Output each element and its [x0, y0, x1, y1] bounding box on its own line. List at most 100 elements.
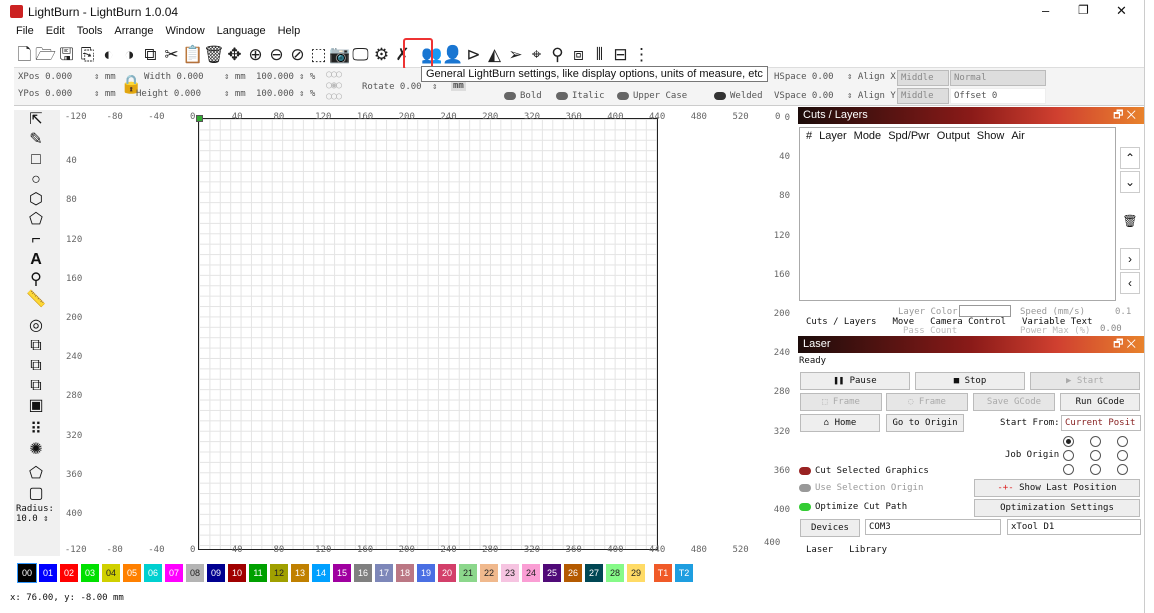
color-swatch[interactable]: 17: [375, 564, 393, 582]
color-swatch[interactable]: 28: [606, 564, 624, 582]
vspace-field[interactable]: VSpace 0.00: [774, 91, 834, 101]
speed-value[interactable]: 0.1: [1115, 307, 1131, 317]
align-y-select[interactable]: Middle: [897, 88, 949, 104]
job-origin-radio[interactable]: [1090, 464, 1101, 475]
rotate-field[interactable]: Rotate 0.00: [362, 82, 422, 92]
send-icon[interactable]: ➢: [505, 44, 526, 66]
edit-nodes-icon[interactable]: ⬠: [14, 210, 58, 230]
optimize-cut-path-toggle[interactable]: Optimize Cut Path: [815, 502, 907, 512]
color-swatch[interactable]: 13: [291, 564, 309, 582]
boolean-subtract-icon[interactable]: ⧉: [14, 356, 58, 376]
job-origin-radio[interactable]: [1063, 450, 1074, 461]
circle-frame-button[interactable]: ◌ Frame: [886, 393, 968, 411]
tab-camera-control[interactable]: Camera Control: [922, 315, 1014, 329]
user-icon[interactable]: 👤: [442, 44, 463, 66]
color-swatch[interactable]: 03: [81, 564, 99, 582]
scale-width-field[interactable]: 100.000: [256, 72, 294, 82]
color-swatch[interactable]: 25: [543, 564, 561, 582]
port-select[interactable]: COM3: [865, 519, 1001, 535]
cut-selected-toggle[interactable]: Cut Selected Graphics: [815, 466, 929, 476]
align-icon[interactable]: ⊳: [463, 44, 484, 66]
cuts-column-header[interactable]: Output: [937, 130, 970, 142]
color-swatch[interactable]: 00: [17, 563, 37, 583]
start-button[interactable]: ▶ Start: [1030, 372, 1140, 390]
color-swatch[interactable]: 10: [228, 564, 246, 582]
color-swatch[interactable]: 05: [123, 564, 141, 582]
open-file-icon[interactable]: 🗁: [35, 44, 56, 66]
break-icon[interactable]: ⫴: [589, 44, 610, 66]
job-origin-radio[interactable]: [1063, 464, 1074, 475]
width-field[interactable]: Width 0.000: [144, 72, 204, 82]
move-icon[interactable]: ✥: [224, 44, 245, 66]
use-selection-origin-toggle[interactable]: Use Selection Origin: [815, 483, 923, 493]
welded-toggle[interactable]: Welded: [730, 91, 763, 101]
frame-button[interactable]: ⬚ Frame: [800, 393, 882, 411]
boolean-union-icon[interactable]: ⧉: [14, 336, 58, 356]
weld-icon[interactable]: ▣: [14, 396, 58, 416]
offset-tool-icon[interactable]: ◎: [14, 316, 58, 336]
undo-icon[interactable]: ◐: [98, 44, 119, 66]
paste-icon[interactable]: 📋: [182, 44, 203, 66]
close-button[interactable]: ✕: [1116, 3, 1127, 19]
minimize-button[interactable]: –: [1042, 3, 1049, 18]
mirror-icon[interactable]: ◭: [484, 44, 505, 66]
color-swatch[interactable]: 27: [585, 564, 603, 582]
job-origin-radio[interactable]: [1117, 464, 1128, 475]
color-swatch[interactable]: 09: [207, 564, 225, 582]
move-layer-down-icon[interactable]: ⌄: [1120, 171, 1140, 193]
cuts-column-header[interactable]: Show: [977, 130, 1005, 142]
corner-fillet-icon[interactable]: ⬠: [14, 464, 58, 484]
color-swatch[interactable]: 08: [186, 564, 204, 582]
color-swatch[interactable]: 07: [165, 564, 183, 582]
radius-field[interactable]: 10.0 ⇕: [14, 514, 60, 524]
delete-icon[interactable]: 🗑: [203, 44, 225, 66]
color-swatch[interactable]: 21: [459, 564, 477, 582]
tab-variable-text[interactable]: Variable Text: [1014, 315, 1100, 329]
color-swatch[interactable]: 24: [522, 564, 540, 582]
job-origin-radio[interactable]: [1090, 436, 1101, 447]
tab-library[interactable]: Library: [841, 543, 895, 557]
zoom-in-icon[interactable]: ⊕: [245, 44, 266, 66]
job-origin-radio[interactable]: [1090, 450, 1101, 461]
cut-icon[interactable]: ✂: [161, 44, 182, 66]
devices-button[interactable]: Devices: [800, 519, 860, 537]
cuts-column-header[interactable]: Mode: [854, 130, 882, 142]
color-swatch[interactable]: 01: [39, 564, 57, 582]
color-swatch[interactable]: 15: [333, 564, 351, 582]
monitor-icon[interactable]: 🖵: [350, 44, 371, 66]
text-tool-icon[interactable]: A: [14, 250, 58, 270]
corner-round-icon[interactable]: ▢: [14, 484, 58, 504]
import-icon[interactable]: ⎘: [77, 44, 98, 66]
camera-icon[interactable]: 📷: [329, 44, 350, 66]
offset-field[interactable]: Offset 0: [950, 88, 1046, 104]
color-swatch[interactable]: 29: [627, 564, 645, 582]
color-swatch[interactable]: 19: [417, 564, 435, 582]
color-swatch[interactable]: 22: [480, 564, 498, 582]
grid-array-icon[interactable]: ⠿: [14, 420, 58, 440]
panel-float-close-icon[interactable]: 🗗 ✕: [1113, 336, 1136, 353]
color-swatch[interactable]: 26: [564, 564, 582, 582]
collapse-left-icon[interactable]: ‹: [1120, 272, 1140, 294]
circular-array-icon[interactable]: ✺: [14, 440, 58, 460]
select-tool-icon[interactable]: ⇱: [14, 110, 58, 130]
hspace-field[interactable]: HSpace 0.00: [774, 72, 834, 82]
height-field[interactable]: Height 0.000: [136, 89, 201, 99]
cuts-column-header[interactable]: Air: [1011, 130, 1024, 142]
job-origin-radio[interactable]: [1117, 450, 1128, 461]
ellipse-tool-icon[interactable]: ○: [14, 170, 58, 190]
redo-icon[interactable]: ◑: [119, 44, 140, 66]
units-toggle[interactable]: mm: [451, 81, 466, 91]
boolean-intersect-icon[interactable]: ⧉: [14, 376, 58, 396]
rectangle-tool-icon[interactable]: □: [14, 150, 58, 170]
menu-language[interactable]: Language: [217, 25, 266, 37]
color-swatch[interactable]: 11: [249, 564, 267, 582]
anchor-grid[interactable]: ○○○ ○◉○ ○○○: [326, 69, 342, 102]
menu-window[interactable]: Window: [166, 25, 205, 37]
polygon-tool-icon[interactable]: ⬡: [14, 190, 58, 210]
move-layer-up-icon[interactable]: ⌃: [1120, 147, 1140, 169]
delete-layer-icon[interactable]: 🗑: [1120, 211, 1140, 231]
pen-tool-icon[interactable]: ✎: [14, 130, 58, 150]
spacer-icon[interactable]: ⋮: [631, 44, 652, 66]
ypos-field[interactable]: YPos 0.000: [18, 89, 72, 99]
power-max-value[interactable]: 0.00: [1100, 324, 1122, 334]
